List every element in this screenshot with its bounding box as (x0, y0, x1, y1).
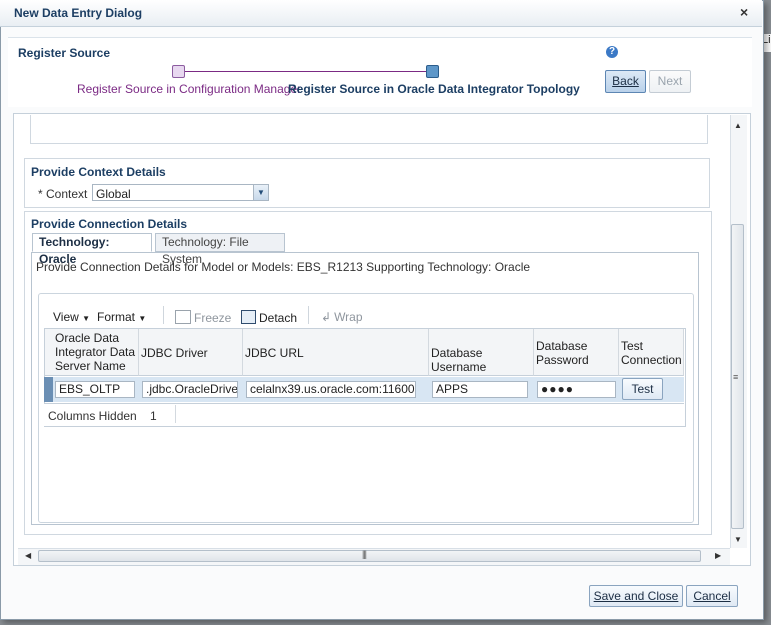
help-icon[interactable]: ? (606, 46, 618, 58)
context-section-title: Provide Context Details (31, 165, 166, 179)
detach-button[interactable]: Detach (241, 310, 297, 325)
row-selector[interactable] (44, 377, 53, 402)
tab-technology-file-system[interactable]: Technology: File System (155, 233, 285, 266)
cancel-button[interactable]: Cancel (686, 585, 738, 607)
upper-section-remnant (30, 115, 708, 144)
wrap-icon: ↲ (321, 310, 332, 324)
detach-icon (241, 310, 256, 324)
register-source-title: Register Source (18, 46, 111, 60)
jdbc-driver-input[interactable]: .jdbc.OracleDriver (142, 381, 238, 398)
column-header-password[interactable]: Database Password (534, 329, 619, 376)
chevron-down-icon: ▼ (82, 314, 91, 323)
password-input[interactable]: ●●●● (537, 381, 616, 398)
scroll-grip-icon: ≡ (733, 372, 739, 382)
connection-description: Provide Connection Details for Model or … (36, 260, 531, 274)
format-menu[interactable]: Format ▼ (97, 310, 146, 324)
back-button[interactable]: Back (605, 70, 646, 93)
dialog-title: New Data Entry Dialog (14, 6, 143, 20)
toolbar-divider (163, 306, 164, 324)
horizontal-scroll-thumb[interactable] (38, 550, 701, 562)
footer-divider (175, 405, 176, 423)
column-header-username[interactable]: Database Username (429, 329, 534, 376)
context-select-value[interactable]: Global (96, 187, 131, 201)
chevron-down-icon: ▼ (138, 314, 147, 323)
test-connection-button[interactable]: Test (622, 378, 663, 400)
scroll-left-icon[interactable]: ◀ (25, 551, 31, 560)
view-menu[interactable]: View ▼ (53, 310, 90, 324)
scroll-up-icon[interactable]: ▲ (734, 121, 742, 130)
freeze-icon (175, 310, 191, 324)
save-and-close-button[interactable]: Save and Close (589, 585, 683, 607)
chevron-down-icon: ▼ (257, 188, 265, 197)
columns-hidden-count[interactable]: 1 (150, 409, 157, 423)
scroll-down-icon[interactable]: ▼ (734, 535, 742, 544)
wrap-button[interactable]: ↲ Wrap (321, 310, 363, 324)
scroll-right-icon[interactable]: ▶ (715, 551, 721, 560)
connection-section-title: Provide Connection Details (31, 217, 188, 231)
train-step-2-label: Register Source in Oracle Data Integrato… (288, 82, 580, 96)
server-name-input[interactable]: EBS_OLTP (55, 381, 135, 398)
train-step-1-label[interactable]: Register Source in Configuration Manager (77, 82, 301, 96)
train-stop-2-icon (426, 65, 439, 78)
context-label: * Context (38, 187, 88, 201)
username-input[interactable]: APPS (432, 381, 528, 398)
columns-hidden-label: Columns Hidden (48, 409, 137, 423)
train-stop-1-icon[interactable] (172, 65, 185, 78)
column-header-server-name[interactable]: Oracle Data Integrator Data Server Name (53, 329, 139, 376)
table-footer (44, 403, 684, 426)
scroll-grip-h-icon: ||| (362, 549, 367, 559)
train-connector (181, 71, 431, 72)
freeze-button[interactable]: Freeze (175, 310, 231, 325)
close-icon[interactable]: × (740, 4, 748, 20)
tab-technology-oracle[interactable]: Technology: Oracle (32, 233, 152, 266)
toolbar-divider (308, 306, 309, 324)
jdbc-url-input[interactable]: celalnx39.us.oracle.com:11600:te (246, 381, 416, 398)
column-header-test-connection[interactable]: Test Connection (619, 329, 684, 376)
column-header-jdbc-url[interactable]: JDBC URL (243, 329, 429, 376)
next-button[interactable]: Next (649, 70, 691, 93)
column-header-jdbc-driver[interactable]: JDBC Driver (139, 329, 243, 376)
